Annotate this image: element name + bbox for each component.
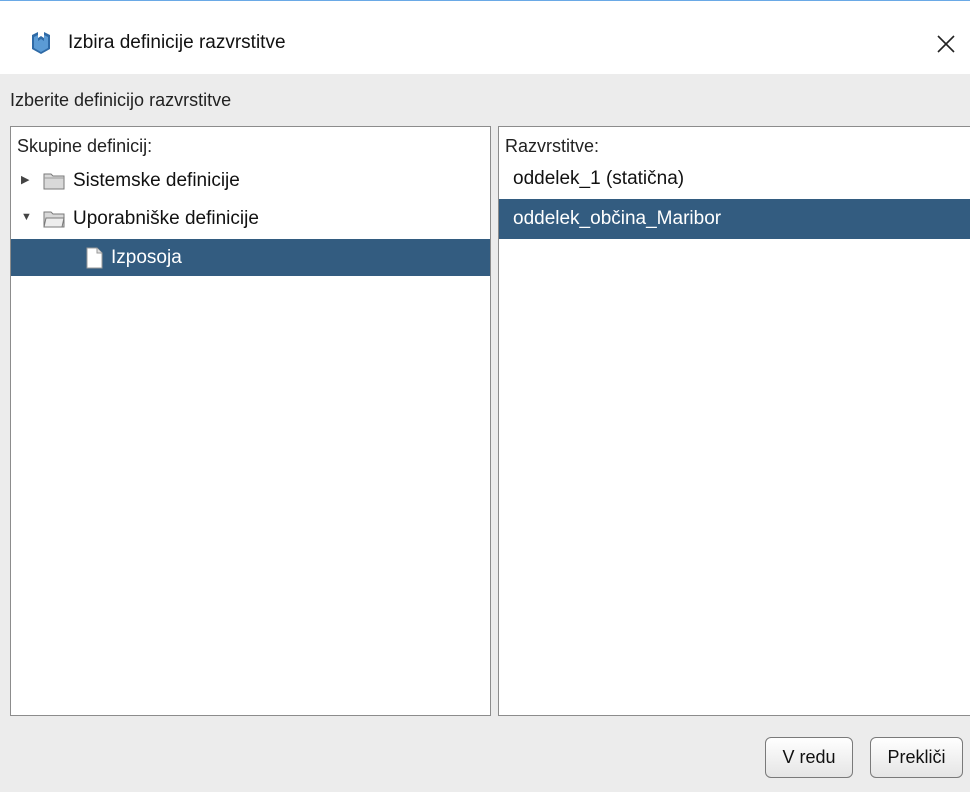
list-item-label: oddelek_1 (statična) — [513, 168, 685, 189]
expand-arrow-icon[interactable]: ▶ — [21, 173, 29, 186]
dialog-content: Izberite definicijo razvrstitve Skupine … — [0, 74, 970, 792]
tree-node-izposoja[interactable]: Izposoja — [11, 239, 490, 276]
app-logo-icon — [32, 32, 50, 54]
title-bar: Izbira definicije razvrstitve — [0, 0, 970, 74]
classifications-label: Razvrstitve: — [505, 136, 600, 156]
list-item-label: oddelek_občina_Maribor — [513, 208, 722, 229]
window-title: Izbira definicije razvrstitve — [68, 32, 286, 53]
tree-node-system-definitions[interactable]: ▶ Sistemske definicije — [11, 162, 490, 199]
definition-groups-panel: Skupine definicij: ▶ Sistemske definicij… — [10, 126, 491, 716]
classifications-panel: Razvrstitve: oddelek_1 (statična) oddele… — [498, 126, 970, 716]
list-item[interactable]: oddelek_1 (statična) — [499, 159, 970, 199]
list-item-selected[interactable]: oddelek_občina_Maribor — [499, 199, 970, 239]
instruction-text: Izberite definicijo razvrstitve — [10, 90, 232, 110]
folder-icon — [43, 173, 65, 190]
tree-node-label: Izposoja — [111, 247, 182, 268]
collapse-arrow-icon[interactable]: ▼ — [21, 211, 32, 223]
tree-node-label: Uporabniške definicije — [73, 208, 259, 229]
tree-node-label: Sistemske definicije — [73, 170, 240, 191]
tree-node-user-definitions[interactable]: ▼ Uporabniške definicije — [11, 200, 490, 237]
definition-groups-label: Skupine definicij: — [17, 136, 153, 156]
close-button[interactable] — [922, 19, 970, 69]
document-icon — [86, 247, 103, 269]
close-icon — [937, 35, 955, 53]
cancel-button[interactable]: Prekliči — [870, 737, 963, 778]
ok-button[interactable]: V redu — [765, 737, 853, 778]
folder-open-icon — [43, 211, 65, 228]
